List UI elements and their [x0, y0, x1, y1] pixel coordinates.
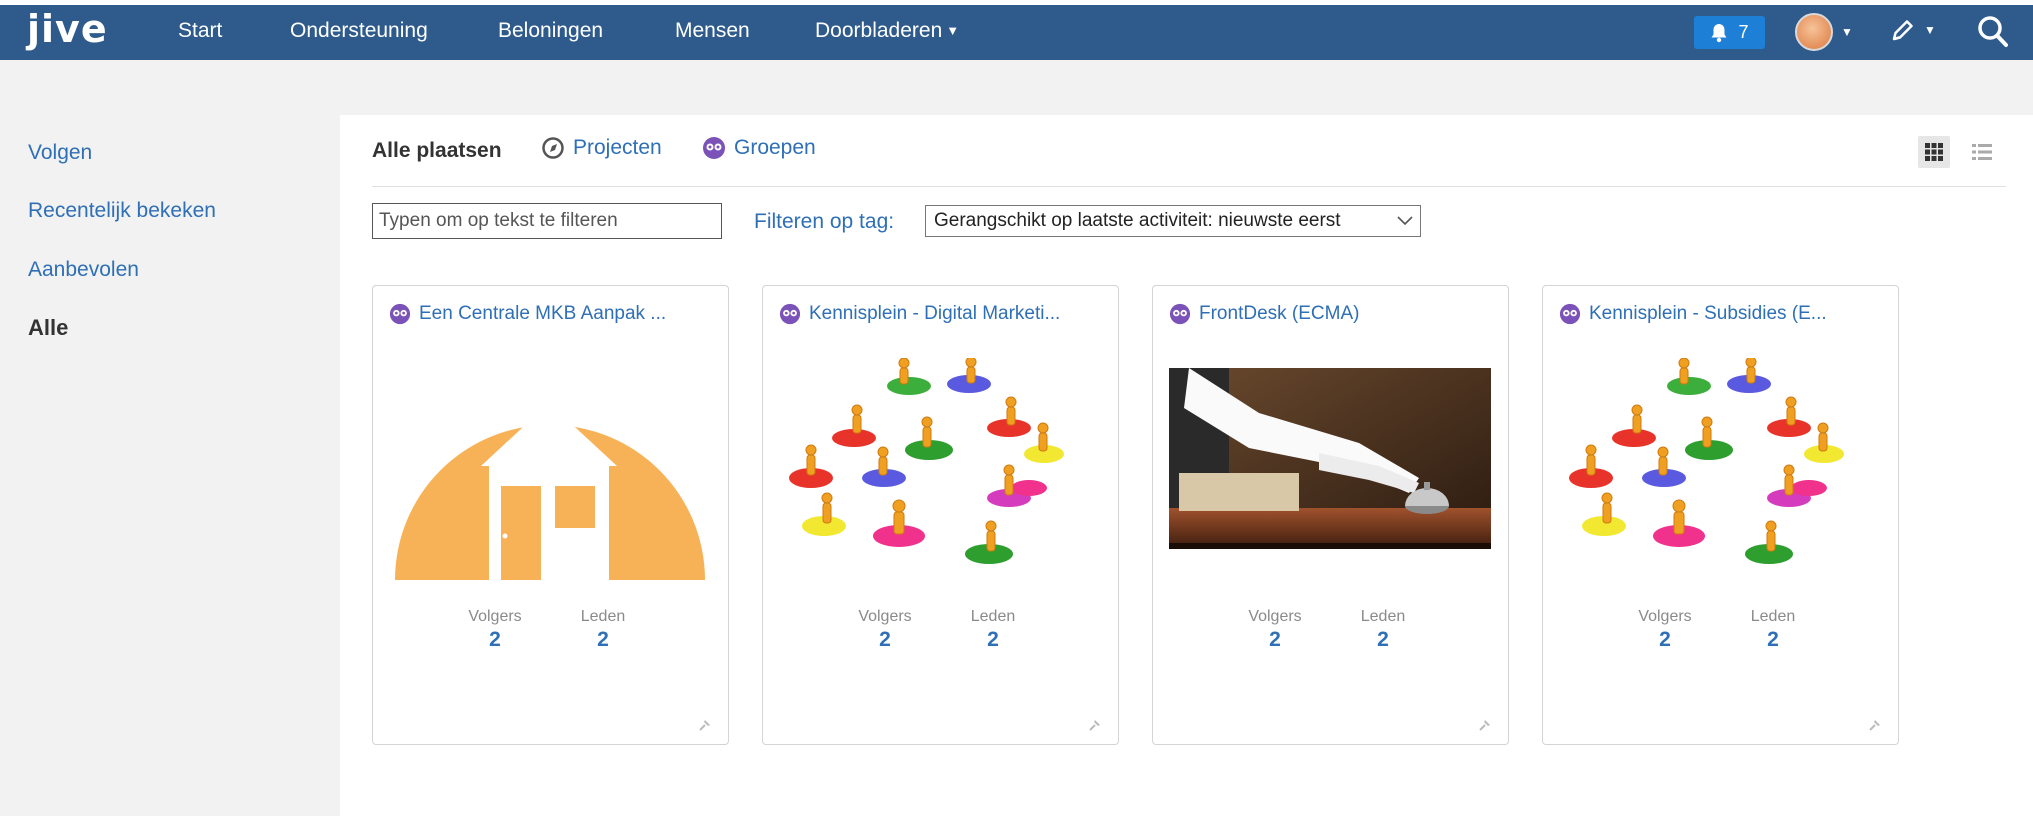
caret-down-icon: ▼ — [1924, 23, 1936, 37]
nav-doorbladeren-label: Doorbladeren — [815, 19, 943, 42]
sort-select[interactable]: Gerangschikt op laatste activiteit: nieu… — [925, 205, 1421, 237]
list-icon — [1972, 144, 1992, 160]
pin-icon[interactable] — [698, 716, 714, 732]
group-icon — [779, 303, 801, 325]
members-stat: Leden 2 — [1743, 608, 1803, 652]
place-card[interactable]: FrontDesk (ECMA) Volgers 2 Leden 2 — [1152, 285, 1509, 745]
group-icon — [1169, 303, 1191, 325]
grid-view-button[interactable] — [1918, 136, 1950, 168]
page-header-strip — [0, 60, 2033, 115]
place-card[interactable]: Kennisplein - Digital Marketi... Volgers… — [762, 285, 1119, 745]
pin-icon[interactable] — [1088, 716, 1104, 732]
place-card[interactable]: Kennisplein - Subsidies (E... Volgers 2 … — [1542, 285, 1899, 745]
members-count[interactable]: 2 — [1743, 628, 1803, 652]
members-label: Leden — [580, 608, 626, 625]
nav-doorbladeren[interactable]: Doorbladeren ▼ — [815, 19, 959, 43]
group-icon — [703, 137, 725, 159]
search-icon[interactable] — [1977, 15, 2009, 54]
members-stat: Leden 2 — [573, 608, 633, 652]
nav-mensen[interactable]: Mensen — [675, 19, 750, 43]
nav-start[interactable]: Start — [178, 19, 222, 43]
tab-projecten-label: Projecten — [573, 136, 662, 159]
avatar — [1795, 13, 1833, 51]
card-title: Een Centrale MKB Aanpak ... — [419, 303, 667, 324]
followers-count[interactable]: 2 — [1245, 628, 1305, 652]
card-stats: Volgers 2 Leden 2 — [1635, 608, 1803, 652]
group-icon — [389, 303, 411, 325]
place-card[interactable]: Een Centrale MKB Aanpak ... Volgers 2 Le… — [372, 285, 729, 745]
card-title: FrontDesk (ECMA) — [1199, 303, 1360, 324]
jive-logo[interactable]: jive — [27, 6, 108, 52]
sidebar-item-volgen[interactable]: Volgen — [28, 141, 92, 165]
compass-icon — [542, 137, 564, 159]
members-label: Leden — [970, 608, 1016, 625]
card-title: Kennisplein - Subsidies (E... — [1589, 303, 1827, 324]
card-title-link[interactable]: Een Centrale MKB Aanpak ... — [389, 303, 666, 325]
notification-count: 7 — [1738, 22, 1749, 42]
chevron-down-icon — [1397, 216, 1413, 226]
followers-count[interactable]: 2 — [855, 628, 915, 652]
followers-stat: Volgers 2 — [855, 608, 915, 652]
tab-groepen-label: Groepen — [734, 136, 816, 159]
followers-label: Volgers — [1638, 608, 1692, 625]
puzzle-people-image — [789, 358, 1064, 564]
members-count[interactable]: 2 — [1353, 628, 1413, 652]
followers-stat: Volgers 2 — [1635, 608, 1695, 652]
nav-ondersteuning[interactable]: Ondersteuning — [290, 19, 428, 43]
members-stat: Leden 2 — [1353, 608, 1413, 652]
card-title-link[interactable]: Kennisplein - Digital Marketi... — [779, 303, 1060, 325]
card-title: Kennisplein - Digital Marketi... — [809, 303, 1061, 324]
card-stats: Volgers 2 Leden 2 — [465, 608, 633, 652]
members-count[interactable]: 2 — [573, 628, 633, 652]
pin-icon[interactable] — [1868, 716, 1884, 732]
card-title-link[interactable]: FrontDesk (ECMA) — [1169, 303, 1359, 325]
nav-beloningen[interactable]: Beloningen — [498, 19, 603, 43]
top-navigation-bar: jive Start Ondersteuning Beloningen Mens… — [0, 0, 2033, 60]
followers-count[interactable]: 2 — [465, 628, 525, 652]
tab-projecten[interactable]: Projecten — [541, 136, 662, 160]
members-count[interactable]: 2 — [963, 628, 1023, 652]
followers-count[interactable]: 2 — [1635, 628, 1695, 652]
house-icon — [395, 403, 705, 580]
text-filter-input[interactable] — [372, 203, 722, 239]
followers-label: Volgers — [858, 608, 912, 625]
followers-stat: Volgers 2 — [1245, 608, 1305, 652]
sort-select-value: Gerangschikt op laatste activiteit: nieu… — [934, 210, 1341, 231]
pin-icon[interactable] — [1478, 716, 1494, 732]
sidebar-item-recentelijk-bekeken[interactable]: Recentelijk bekeken — [28, 199, 216, 223]
user-menu[interactable]: ▼ — [1795, 13, 1853, 51]
followers-stat: Volgers 2 — [465, 608, 525, 652]
members-label: Leden — [1750, 608, 1796, 625]
notifications-button[interactable]: 7 — [1694, 16, 1765, 49]
sidebar-item-aanbevolen[interactable]: Aanbevolen — [28, 258, 139, 282]
card-stats: Volgers 2 Leden 2 — [1245, 608, 1413, 652]
create-menu[interactable]: ▼ — [1890, 17, 1936, 43]
reception-bell-image — [1169, 368, 1491, 549]
bell-icon — [1711, 23, 1727, 42]
followers-label: Volgers — [1248, 608, 1302, 625]
group-icon — [1559, 303, 1581, 325]
caret-down-icon: ▼ — [1841, 25, 1853, 39]
filter-by-tag-link[interactable]: Filteren op tag: — [754, 210, 894, 234]
card-title-link[interactable]: Kennisplein - Subsidies (E... — [1559, 303, 1827, 325]
sidebar-item-alle[interactable]: Alle — [28, 315, 68, 341]
grid-icon — [1925, 143, 1943, 161]
puzzle-people-image — [1569, 358, 1844, 564]
list-view-button[interactable] — [1966, 136, 1998, 168]
members-stat: Leden 2 — [963, 608, 1023, 652]
followers-label: Volgers — [468, 608, 522, 625]
pencil-icon — [1892, 20, 1913, 41]
divider — [372, 186, 2006, 187]
card-stats: Volgers 2 Leden 2 — [855, 608, 1023, 652]
caret-down-icon: ▼ — [946, 23, 960, 39]
members-label: Leden — [1360, 608, 1406, 625]
tab-alle-plaatsen[interactable]: Alle plaatsen — [372, 139, 502, 163]
tab-groepen[interactable]: Groepen — [702, 136, 816, 160]
